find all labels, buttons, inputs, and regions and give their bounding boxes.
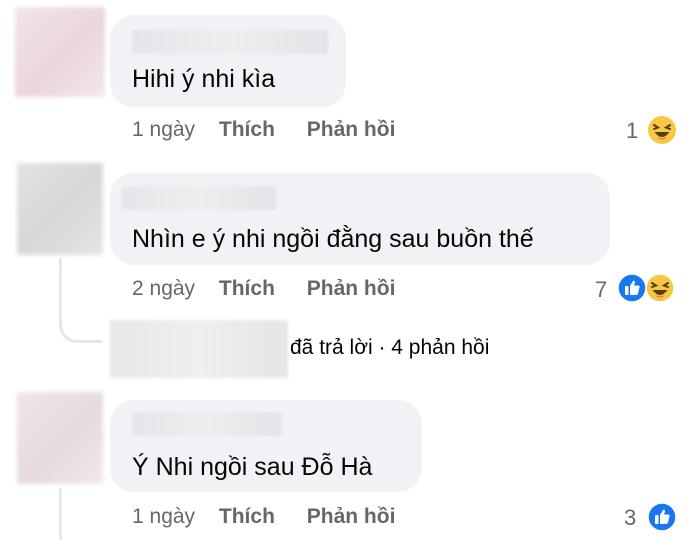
like-button[interactable]: Thích: [219, 118, 275, 141]
comment-time[interactable]: 1 ngày: [132, 505, 195, 528]
comment-text: Nhìn e ý nhi ngồi đằng sau buồn thế: [132, 225, 534, 253]
commenter-name[interactable]: [122, 186, 276, 210]
commenter-name[interactable]: [132, 412, 282, 436]
view-replies-link[interactable]: đã trả lời · 4 phản hồi: [290, 335, 489, 361]
like-button[interactable]: Thích: [219, 505, 275, 528]
haha-emoji-icon: [648, 116, 676, 144]
comment-meta: 1 ngày Thích Phản hồi: [132, 117, 395, 143]
reply-button[interactable]: Phản hồi: [307, 505, 396, 528]
like-emoji-icon: [617, 273, 647, 303]
haha-emoji-icon: [645, 273, 675, 303]
avatar[interactable]: [15, 7, 105, 97]
replier-name-blurred[interactable]: [110, 320, 288, 378]
comment-time[interactable]: 2 ngày: [132, 277, 195, 300]
avatar[interactable]: [17, 392, 103, 484]
comment-meta: 2 ngày Thích Phản hồi: [132, 276, 395, 302]
reaction-count[interactable]: 1: [626, 118, 638, 144]
comment-text: Hihi ý nhi kìa: [132, 65, 276, 93]
comment-text: Ý Nhi ngồi sau Đỗ Hà: [132, 453, 373, 481]
reply-button[interactable]: Phản hồi: [307, 277, 396, 300]
comment-meta: 1 ngày Thích Phản hồi: [132, 504, 395, 530]
comment-time[interactable]: 1 ngày: [132, 118, 195, 141]
thread-line: [59, 488, 62, 540]
commenter-name[interactable]: [132, 30, 328, 54]
like-emoji-icon: [647, 502, 677, 532]
reaction-count[interactable]: 3: [624, 505, 636, 531]
reply-button[interactable]: Phản hồi: [307, 118, 396, 141]
avatar[interactable]: [17, 163, 103, 255]
thread-line: [59, 258, 102, 343]
reaction-count[interactable]: 7: [595, 277, 607, 303]
like-button[interactable]: Thích: [219, 277, 275, 300]
